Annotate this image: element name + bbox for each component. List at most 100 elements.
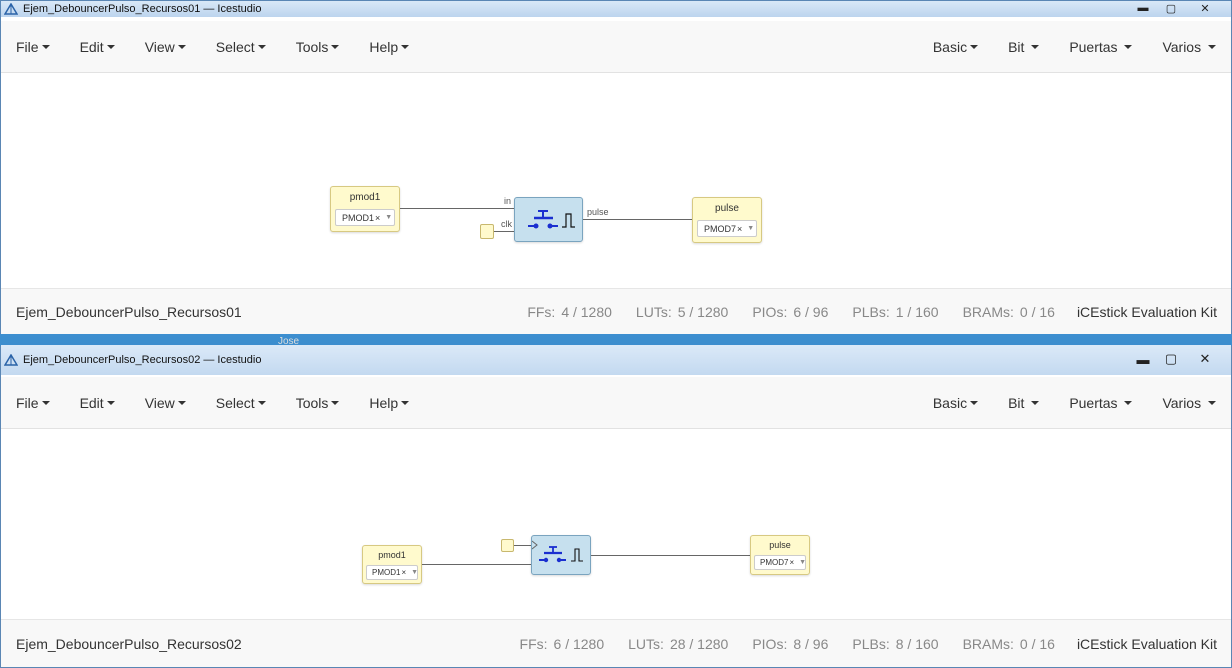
menu-puertas[interactable]: Puertas (1054, 21, 1147, 72)
stat-luts: LUTs: 5 / 1280 (635, 303, 729, 320)
stat-ffs: FFs: 6 / 1280 (519, 635, 605, 652)
caret-down-icon (177, 400, 186, 405)
input-block-label: pmod1 (378, 550, 406, 560)
menu-edit[interactable]: Edit (65, 377, 130, 428)
icestudio-window-2: Ejem_DebouncerPulso_Recursos02 — Icestud… (0, 345, 1232, 668)
caret-down-icon (106, 44, 115, 49)
pin-select[interactable]: PMOD7 × ▼ (697, 220, 757, 237)
window-title: Ejem_DebouncerPulso_Recursos02 — Icestud… (23, 354, 262, 366)
caret-down-icon (1208, 400, 1216, 405)
maximize-button[interactable]: ▢ (1157, 1, 1185, 15)
pin-select[interactable]: PMOD1 × ▼ (366, 565, 418, 580)
status-bar: Ejem_DebouncerPulso_Recursos01 FFs: 4 / 1… (1, 288, 1231, 334)
menu-varios[interactable]: Varios (1147, 377, 1231, 428)
stat-brams: BRAMs: 0 / 16 (962, 303, 1055, 320)
caret-down-icon (401, 44, 410, 49)
pushbutton-pulse-icon (531, 540, 583, 563)
input-block-pmod1[interactable]: pmod1 PMOD1 × ▼ (362, 545, 422, 584)
menu-view[interactable]: View (130, 21, 201, 72)
stat-plbs: PLBs: 1 / 160 (852, 303, 939, 320)
clock-input-box[interactable] (480, 224, 494, 239)
port-label-clk: clk (501, 219, 512, 229)
debouncer-pulse-block[interactable] (531, 535, 591, 575)
dropdown-arrow-icon: ▼ (411, 569, 419, 576)
input-block-label: pmod1 (349, 192, 381, 203)
menu-help[interactable]: Help (354, 377, 424, 428)
caret-down-icon (41, 44, 50, 49)
caret-down-icon (1031, 400, 1040, 405)
caret-down-icon (1124, 44, 1133, 49)
menu-varios[interactable]: Varios (1147, 21, 1231, 72)
wire-out (583, 219, 693, 220)
caret-down-icon (41, 400, 50, 405)
port-label-in: in (504, 196, 512, 206)
wire-in (422, 564, 531, 565)
pin-select[interactable]: PMOD7 × ▼ (754, 555, 806, 570)
design-canvas[interactable]: pmod1 PMOD1 × ▼ in clk pulse pulse PMOD7… (1, 73, 1231, 288)
stat-ffs: FFs: 4 / 1280 (527, 303, 612, 320)
close-button[interactable]: ✕ (1185, 1, 1225, 15)
menu-tools[interactable]: Tools (281, 21, 355, 72)
port-label-pulse: pulse (587, 207, 609, 217)
menu-bit[interactable]: Bit (993, 21, 1054, 72)
dropdown-arrow-icon: ▼ (799, 559, 807, 566)
status-bar: Ejem_DebouncerPulso_Recursos02 FFs: 6 / 1… (1, 619, 1231, 667)
caret-down-icon (257, 44, 266, 49)
output-block-label: pulse (769, 540, 791, 550)
menu-bar: File Edit View Select Tools Help Basic B… (1, 377, 1231, 429)
menu-bar: File Edit View Select Tools Help Basic B… (1, 21, 1231, 73)
caret-down-icon (106, 400, 115, 405)
menu-basic[interactable]: Basic (918, 377, 993, 428)
icestudio-window-1: Ejem_DebouncerPulso_Recursos01 — Icestud… (0, 0, 1232, 334)
project-name: Ejem_DebouncerPulso_Recursos01 (16, 303, 242, 320)
caret-down-icon (331, 400, 340, 405)
design-canvas[interactable]: pmod1 PMOD1 × ▼ pulse PMOD7 × ▼ (1, 429, 1231, 619)
board-name[interactable]: iCEstick Evaluation Kit (1077, 304, 1217, 320)
stat-plbs: PLBs: 8 / 160 (852, 635, 939, 652)
debouncer-pulse-block[interactable] (514, 197, 583, 242)
stat-luts: LUTs: 28 / 1280 (628, 635, 729, 652)
maximize-button[interactable]: ▢ (1157, 348, 1185, 370)
output-block-pulse[interactable]: pulse PMOD7 × ▼ (692, 197, 762, 243)
title-bar: Ejem_DebouncerPulso_Recursos02 — Icestud… (1, 345, 1231, 375)
menu-view[interactable]: View (130, 377, 201, 428)
menu-bit[interactable]: Bit (993, 377, 1054, 428)
close-button[interactable]: ✕ (1185, 348, 1225, 370)
stat-pios: PIOs: 6 / 96 (752, 303, 829, 320)
menu-select[interactable]: Select (201, 21, 281, 72)
pin-select[interactable]: PMOD1 × ▼ (335, 209, 395, 226)
caret-down-icon (970, 44, 979, 49)
clock-input-box[interactable] (501, 539, 514, 552)
minimize-button[interactable]: ▬ (1129, 348, 1157, 370)
caret-down-icon (401, 400, 410, 405)
caret-down-icon (177, 44, 186, 49)
icestudio-app-icon (4, 354, 18, 366)
menu-file[interactable]: File (1, 377, 65, 428)
menu-puertas[interactable]: Puertas (1054, 377, 1147, 428)
caret-down-icon (257, 400, 266, 405)
wire-out (591, 555, 750, 556)
caret-down-icon (1124, 400, 1133, 405)
menu-tools[interactable]: Tools (281, 377, 355, 428)
caret-down-icon (1031, 44, 1040, 49)
title-bar: Ejem_DebouncerPulso_Recursos01 — Icestud… (1, 1, 1231, 17)
stat-brams: BRAMs: 0 / 16 (962, 635, 1055, 652)
caret-down-icon (1208, 44, 1216, 49)
menu-help[interactable]: Help (354, 21, 424, 72)
output-block-label: pulse (715, 203, 739, 214)
icestudio-app-icon (4, 3, 18, 15)
input-block-pmod1[interactable]: pmod1 PMOD1 × ▼ (330, 186, 400, 232)
board-name[interactable]: iCEstick Evaluation Kit (1077, 636, 1217, 652)
minimize-button[interactable]: ▬ (1129, 1, 1157, 15)
dropdown-arrow-icon: ▼ (385, 214, 393, 221)
menu-basic[interactable]: Basic (918, 21, 993, 72)
project-name: Ejem_DebouncerPulso_Recursos02 (16, 635, 242, 652)
wire-clk (494, 231, 514, 232)
window-title: Ejem_DebouncerPulso_Recursos01 — Icestud… (23, 3, 262, 15)
caret-down-icon (331, 44, 340, 49)
menu-select[interactable]: Select (201, 377, 281, 428)
menu-edit[interactable]: Edit (65, 21, 130, 72)
menu-file[interactable]: File (1, 21, 65, 72)
output-block-pulse[interactable]: pulse PMOD7 × ▼ (750, 535, 810, 575)
pushbutton-pulse-icon (528, 210, 575, 229)
